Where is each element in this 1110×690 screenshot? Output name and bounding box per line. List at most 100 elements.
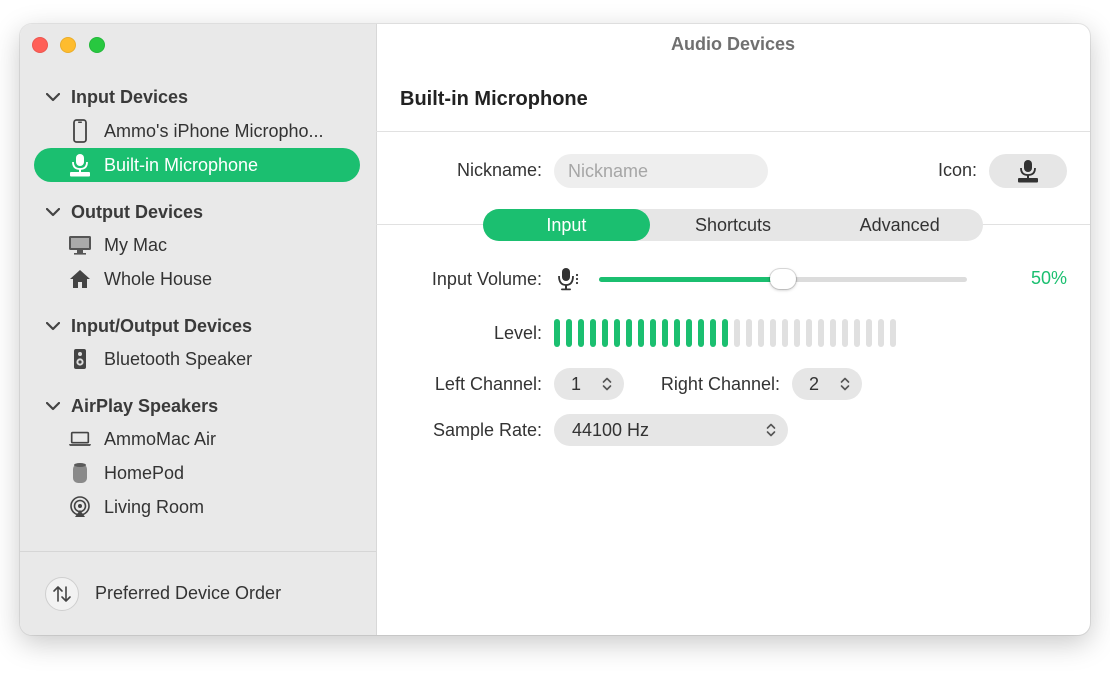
settings-tabs: Input Shortcuts Advanced: [483, 209, 983, 241]
level-bar: [770, 319, 776, 347]
icon-label: Icon:: [937, 160, 977, 180]
level-bar: [794, 319, 800, 347]
level-bar: [878, 319, 884, 347]
sample-rate-label: Sample Rate:: [432, 420, 542, 440]
sidebar-item-living-room[interactable]: Living Room: [34, 490, 360, 524]
level-bar: [686, 319, 692, 347]
level-bar: [734, 319, 740, 347]
sidebar-item-whole-house[interactable]: Whole House: [34, 262, 360, 296]
chevron-down-icon[interactable]: [44, 321, 62, 331]
level-bar: [746, 319, 752, 347]
sidebar-item-label: Ammo's iPhone Micropho...: [104, 120, 324, 141]
header-divider: [376, 131, 1090, 132]
chevron-down-icon[interactable]: [44, 207, 62, 217]
right-channel-label: Right Channel:: [660, 374, 780, 394]
group-header-output-devices[interactable]: Output Devices: [44, 199, 203, 225]
level-bar: [866, 319, 872, 347]
level-bar: [854, 319, 860, 347]
updown-arrows-icon: [840, 376, 850, 397]
level-bar: [650, 319, 656, 347]
input-volume-thumb[interactable]: [770, 269, 796, 289]
left-channel-popup[interactable]: 1: [554, 368, 624, 400]
level-bar: [638, 319, 644, 347]
sidebar-item-label: My Mac: [104, 234, 167, 255]
group-header-airplay-speakers[interactable]: AirPlay Speakers: [44, 393, 218, 419]
sidebar-item-homepod[interactable]: HomePod: [34, 456, 360, 490]
group-label: AirPlay Speakers: [71, 395, 219, 416]
sidebar-item-label: Built-in Microphone: [104, 154, 259, 175]
level-meter: [554, 319, 896, 347]
sidebar-item-my-mac[interactable]: My Mac: [34, 228, 360, 262]
level-bar: [782, 319, 788, 347]
sidebar-item-label: Whole House: [104, 268, 213, 289]
sort-arrows-icon: [52, 585, 72, 603]
level-bar: [662, 319, 668, 347]
app-window: Input Devices Ammo's iPhone Micropho... …: [20, 24, 1090, 635]
device-icon-button[interactable]: [989, 154, 1067, 188]
sidebar-item-label: Bluetooth Speaker: [104, 348, 253, 369]
level-bar: [758, 319, 764, 347]
device-title: Built-in Microphone: [400, 88, 588, 110]
sidebar-item-bluetooth-speaker[interactable]: Bluetooth Speaker: [34, 342, 360, 376]
sidebar-item-label: Living Room: [104, 496, 205, 517]
level-bar: [626, 319, 632, 347]
group-label: Input/Output Devices: [71, 315, 253, 336]
microphone-icon: [556, 266, 582, 292]
builtin-mic-icon: [1017, 159, 1039, 183]
right-channel-value: 2: [809, 373, 820, 394]
input-volume-percent: 50%: [1030, 268, 1067, 288]
sidebar-item-iphone-microphone[interactable]: Ammo's iPhone Micropho...: [34, 114, 360, 148]
level-bar: [890, 319, 896, 347]
close-window-button[interactable]: [32, 37, 48, 53]
maximize-window-button[interactable]: [89, 37, 105, 53]
updown-arrows-icon: [602, 376, 612, 397]
level-bar: [842, 319, 848, 347]
minimize-window-button[interactable]: [60, 37, 76, 53]
builtin-mic-icon: [68, 153, 92, 177]
sidebar-item-label: AmmoMac Air: [104, 428, 217, 449]
level-bar: [710, 319, 716, 347]
level-bar: [554, 319, 560, 347]
input-volume-fill: [599, 277, 783, 282]
sidebar-item-builtin-microphone[interactable]: Built-in Microphone: [34, 148, 360, 182]
updown-arrows-icon: [766, 422, 776, 443]
airplay-icon: [68, 496, 92, 518]
sample-rate-value: 44100 Hz: [572, 419, 650, 440]
level-bar: [602, 319, 608, 347]
preferred-device-order-button[interactable]: [45, 576, 79, 611]
level-bar: [722, 319, 728, 347]
level-bar: [578, 319, 584, 347]
group-header-input-devices[interactable]: Input Devices: [44, 84, 188, 110]
speaker-icon: [68, 348, 92, 370]
preferred-device-order-label[interactable]: Preferred Device Order: [95, 583, 281, 604]
level-bar: [698, 319, 704, 347]
chevron-down-icon[interactable]: [44, 401, 62, 411]
sidebar: Input Devices Ammo's iPhone Micropho... …: [20, 24, 377, 635]
level-bar: [818, 319, 824, 347]
group-header-input-output-devices[interactable]: Input/Output Devices: [44, 313, 252, 339]
tab-advanced[interactable]: Advanced: [816, 209, 983, 241]
sidebar-item-ammomac-air[interactable]: AmmoMac Air: [34, 422, 360, 456]
sample-rate-popup[interactable]: 44100 Hz: [554, 414, 788, 446]
level-bar: [806, 319, 812, 347]
level-label: Level:: [493, 323, 542, 343]
tab-shortcuts[interactable]: Shortcuts: [650, 209, 817, 241]
nickname-label: Nickname:: [456, 160, 542, 180]
level-bar: [830, 319, 836, 347]
right-channel-popup[interactable]: 2: [792, 368, 862, 400]
left-channel-label: Left Channel:: [434, 374, 542, 394]
chevron-down-icon[interactable]: [44, 92, 62, 102]
window-title: Audio Devices: [670, 34, 796, 54]
level-bar: [674, 319, 680, 347]
level-bar: [566, 319, 572, 347]
sidebar-footer: Preferred Device Order: [20, 551, 376, 635]
level-bar: [590, 319, 596, 347]
group-label: Output Devices: [71, 201, 204, 222]
sidebar-item-label: HomePod: [104, 462, 185, 483]
nickname-input[interactable]: [554, 154, 768, 188]
house-icon: [68, 269, 92, 289]
input-volume-slider[interactable]: [599, 269, 967, 289]
left-channel-value: 1: [571, 373, 582, 394]
tab-input[interactable]: Input: [483, 209, 650, 241]
input-volume-label: Input Volume:: [431, 269, 542, 289]
